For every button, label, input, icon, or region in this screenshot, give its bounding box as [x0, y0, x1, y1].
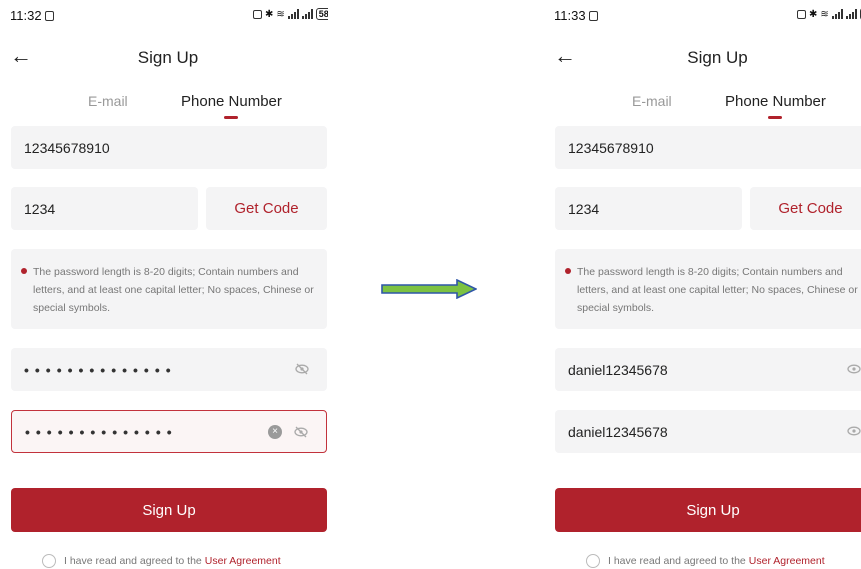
- tab-phone-number[interactable]: Phone Number: [725, 93, 826, 110]
- verification-code-input[interactable]: 1234: [11, 187, 198, 230]
- get-code-button[interactable]: Get Code: [750, 187, 861, 230]
- active-tab-indicator: [224, 116, 238, 119]
- user-agreement-link[interactable]: User Agreement: [205, 555, 281, 567]
- active-tab-indicator: [768, 116, 782, 119]
- bullet-icon: [565, 268, 571, 274]
- password-hint: The password length is 8-20 digits; Cont…: [555, 249, 861, 329]
- status-bar: 11:33 ✱ ≋ 58: [552, 8, 861, 24]
- password-input[interactable]: ••••••••••••••: [11, 348, 327, 391]
- signal-icon: [287, 9, 299, 19]
- wifi-icon: ≋: [276, 8, 285, 20]
- nfc-icon: [44, 11, 54, 21]
- bluetooth-icon: ✱: [809, 8, 818, 20]
- password-value: daniel12345678: [568, 361, 668, 378]
- user-agreement-link[interactable]: User Agreement: [749, 555, 825, 567]
- bluetooth-icon: ✱: [265, 8, 274, 20]
- transition-arrow-icon: [381, 279, 477, 299]
- agreement-checkbox[interactable]: [42, 554, 56, 568]
- signup-screen-after: 11:33 ✱ ≋ 58 ← Sign Up E-mail Phone Numb…: [552, 0, 861, 569]
- signup-tabs: E-mail Phone Number: [8, 93, 328, 121]
- nfc-icon: [588, 11, 598, 21]
- confirm-password-input[interactable]: •••••••••••••• ×: [11, 410, 327, 453]
- eye-icon[interactable]: [847, 424, 861, 438]
- confirm-password-value: ••••••••••••••: [25, 423, 178, 440]
- get-code-button[interactable]: Get Code: [206, 187, 327, 230]
- phone-number-input[interactable]: 12345678910: [555, 126, 861, 169]
- agreement-checkbox[interactable]: [586, 554, 600, 568]
- page-title: Sign Up: [687, 48, 748, 67]
- sign-up-button[interactable]: Sign Up: [11, 488, 327, 532]
- sign-up-button[interactable]: Sign Up: [555, 488, 861, 532]
- clear-icon[interactable]: ×: [268, 425, 282, 439]
- password-hint: The password length is 8-20 digits; Cont…: [11, 249, 327, 329]
- signup-tabs: E-mail Phone Number: [552, 93, 861, 121]
- confirm-password-input[interactable]: daniel12345678: [555, 410, 861, 453]
- tab-phone-number[interactable]: Phone Number: [181, 93, 282, 110]
- app-header: ← Sign Up: [8, 44, 328, 72]
- app-header: ← Sign Up: [552, 44, 861, 72]
- vibrate-icon: [253, 9, 262, 19]
- agreement-row: I have read and agreed to the User Agree…: [42, 554, 281, 568]
- signal-icon-2: [301, 9, 313, 19]
- status-time: 11:33: [554, 8, 598, 23]
- agreement-row: I have read and agreed to the User Agree…: [586, 554, 825, 568]
- password-hint-text: The password length is 8-20 digits; Cont…: [33, 266, 314, 314]
- verification-code-input[interactable]: 1234: [555, 187, 742, 230]
- battery-icon: 58: [315, 8, 328, 20]
- tab-email[interactable]: E-mail: [88, 93, 128, 109]
- eye-icon[interactable]: [847, 362, 861, 376]
- status-icons: ✱ ≋ 58: [253, 8, 328, 20]
- signal-icon-2: [845, 9, 857, 19]
- confirm-password-value: daniel12345678: [568, 423, 668, 440]
- status-icons: ✱ ≋ 58: [797, 8, 861, 20]
- agreement-text: I have read and agreed to the: [64, 555, 202, 567]
- bullet-icon: [21, 268, 27, 274]
- wifi-icon: ≋: [820, 8, 829, 20]
- password-hint-text: The password length is 8-20 digits; Cont…: [577, 266, 858, 314]
- eye-off-icon[interactable]: [294, 425, 308, 439]
- vibrate-icon: [797, 9, 806, 19]
- password-input[interactable]: daniel12345678: [555, 348, 861, 391]
- status-time: 11:32: [10, 8, 54, 23]
- signup-screen-before: 11:32 ✱ ≋ 58 ← Sign Up E-mail Phone Numb…: [8, 0, 328, 569]
- tab-email[interactable]: E-mail: [632, 93, 672, 109]
- signal-icon: [831, 9, 843, 19]
- password-value: ••••••••••••••: [24, 361, 177, 378]
- status-bar: 11:32 ✱ ≋ 58: [8, 8, 328, 24]
- phone-number-input[interactable]: 12345678910: [11, 126, 327, 169]
- agreement-text: I have read and agreed to the: [608, 555, 746, 567]
- eye-off-icon[interactable]: [295, 362, 309, 376]
- page-title: Sign Up: [137, 48, 199, 67]
